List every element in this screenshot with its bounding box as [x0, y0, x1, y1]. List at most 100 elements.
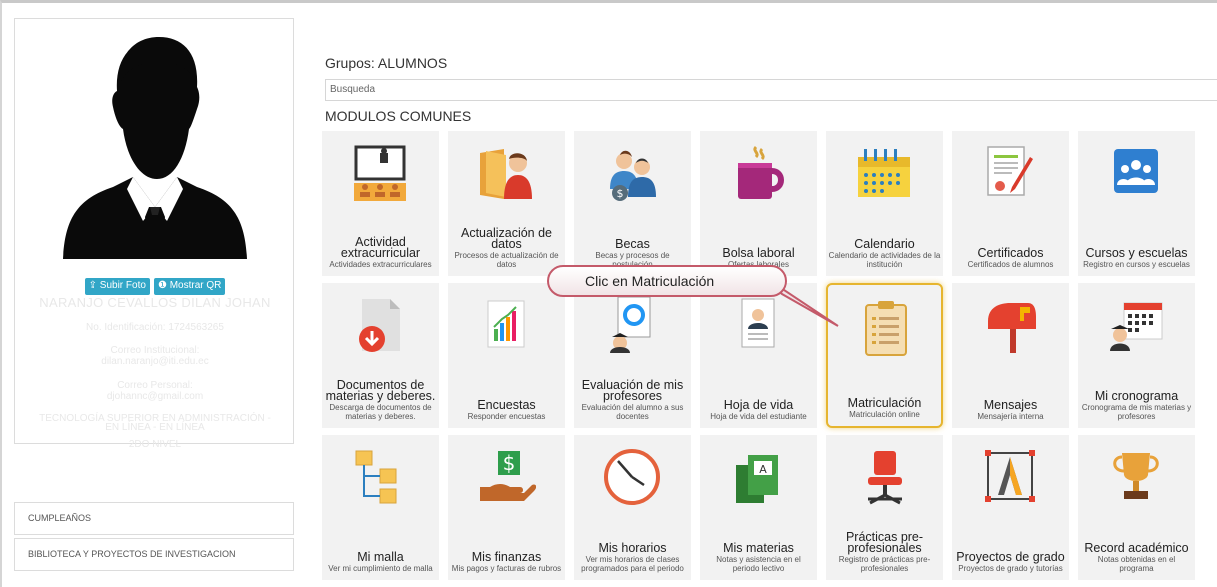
courses-icon	[1114, 149, 1158, 193]
search-input[interactable]: Busqueda	[325, 79, 1217, 101]
module-tile[interactable]: Evaluación de mis profesores Evaluación d…	[574, 283, 691, 428]
module-tile[interactable]: Calendario Calendario de actividades de l…	[826, 131, 943, 276]
module-name: Mensajes	[983, 398, 1038, 412]
student-id: No. Identificación: 1724563265	[86, 322, 224, 333]
module-name: Mi cronograma	[1094, 389, 1179, 403]
student-name: NARANJO CEVALLOS DILAN JOHAN	[39, 295, 271, 310]
module-description: Actividades extracurriculares	[329, 260, 432, 269]
module-description: Notas obtenidas en el programa	[1097, 555, 1176, 573]
show-qr-label: Mostrar QR	[169, 280, 222, 291]
trophy-icon	[1113, 453, 1159, 499]
module-text: Documentos de materias y deberes. Descarg…	[324, 356, 437, 428]
module-name: Actualización de datos	[460, 226, 553, 251]
profile-card: ⇪ Subir Foto ❶ Mostrar QR NARANJO CEVALL…	[14, 18, 294, 450]
module-text: Proyectos de grado Proyectos de grado y t…	[954, 508, 1067, 580]
module-text: Mensajes Mensajería interna	[954, 356, 1067, 428]
module-description: Descarga de documentos de materias y deb…	[329, 403, 432, 421]
module-tile[interactable]: Cursos y escuelas Registro en cursos y es…	[1078, 131, 1195, 276]
module-tile[interactable]: $BecasBecas y procesos de postulación	[574, 131, 691, 276]
module-text: Hoja de vida Hoja de vida del estudiante	[702, 356, 815, 428]
sidebar-item-library[interactable]: BIBLIOTECA Y PROYECTOS DE INVESTIGACION	[14, 538, 294, 571]
document-download-icon	[359, 299, 400, 352]
upload-photo-button[interactable]: ⇪ Subir Foto	[84, 278, 150, 295]
module-description: Certificados de alumnos	[967, 260, 1054, 269]
module-description: Mis pagos y facturas de rubros	[451, 564, 562, 573]
module-text: Prácticas pre-profesionales Registro de p…	[828, 508, 941, 580]
module-name: Proyectos de grado	[956, 550, 1065, 564]
module-description: Matriculación online	[849, 410, 920, 419]
module-text: Mis materias Notas y asistencia en el per…	[702, 508, 815, 580]
module-text: Certificados Certificados de alumnos	[954, 204, 1067, 276]
module-text: Cursos y escuelas Registro en cursos y es…	[1080, 204, 1193, 276]
module-description: Registro en cursos y escuelas	[1083, 260, 1190, 269]
module-tile[interactable]: Encuestas Responder encuestas	[448, 283, 565, 428]
module-tile[interactable]: Bolsa laboralOfertas laborales	[700, 131, 817, 276]
module-name: Record académico	[1084, 541, 1189, 555]
module-name: Certificados	[977, 246, 1044, 260]
presentation-icon	[354, 145, 406, 201]
module-name: Cursos y escuelas	[1085, 246, 1188, 260]
module-name: Mis materias	[723, 541, 794, 555]
clipboard-icon	[865, 301, 907, 356]
module-description: Calendario de actividades de la instituc…	[828, 251, 941, 269]
module-text: Actualización de datos Procesos de actual…	[450, 204, 563, 276]
module-name: Calendario	[854, 237, 915, 251]
personal-email-label: Correo Personal:	[117, 380, 193, 391]
module-description: Ver mis horarios de clases programados p…	[581, 555, 684, 573]
module-description: Hoja de vida del estudiante	[710, 412, 807, 421]
module-description: Mensajería interna	[977, 412, 1044, 421]
svg-text:$: $	[617, 187, 624, 200]
coffee-mug-icon	[738, 145, 784, 199]
module-tile[interactable]: Mensajes Mensajería interna	[952, 283, 1069, 428]
calendar-icon	[858, 149, 910, 197]
module-tile[interactable]: Mis horarios Ver mis horarios de clases p…	[574, 435, 691, 580]
module-text: Mi malla Ver mi cumplimiento de malla	[324, 508, 437, 580]
certificate-icon	[987, 146, 1033, 196]
module-text: Actividad extracurricular Actividades ext…	[324, 204, 437, 276]
module-tile[interactable]: Prácticas pre-profesionales Registro de p…	[826, 435, 943, 580]
module-name: Becas	[615, 237, 650, 251]
module-name: Evaluación de mis profesores	[581, 378, 684, 403]
level: 2DO NIVEL	[128, 439, 182, 450]
module-text: Evaluación de mis profesores Evaluación d…	[576, 356, 689, 428]
module-text: Encuestas Responder encuestas	[450, 356, 563, 428]
module-tile[interactable]: A Mis materias Notas y asistencia en el pe…	[700, 435, 817, 580]
module-name: Documentos de materias y deberes.	[325, 378, 436, 403]
module-tile[interactable]: Documentos de materias y deberes. Descarg…	[322, 283, 439, 428]
survey-chart-icon	[487, 300, 525, 348]
module-name: Mi malla	[357, 550, 404, 564]
module-description: Ver mi cumplimiento de malla	[328, 564, 433, 573]
module-tile[interactable]: Actualización de datos Procesos de actual…	[448, 131, 565, 276]
module-description: Evaluación del alumno a sus docentes	[581, 403, 684, 421]
module-text: Mis horarios Ver mis horarios de clases p…	[576, 508, 689, 580]
office-chair-icon	[868, 451, 902, 505]
module-name: Actividad extracurricular	[340, 235, 421, 260]
show-qr-button[interactable]: ❶ Mostrar QR	[153, 278, 226, 295]
module-tile[interactable]: Proyectos de grado Proyectos de grado y t…	[952, 435, 1069, 580]
callout-hint: Clic en Matriculación	[547, 265, 787, 297]
module-tile[interactable]: Certificados Certificados de alumnos	[952, 131, 1069, 276]
section-title: MODULOS COMUNES	[325, 108, 472, 124]
module-tile[interactable]: Actividad extracurricular Actividades ext…	[322, 131, 439, 276]
career-line-2: EN LÍNEA - EN LÍNEA	[105, 422, 205, 433]
schedule-icon	[1110, 302, 1163, 351]
scholarship-icon: $	[610, 150, 656, 201]
module-name: Matriculación	[847, 396, 922, 410]
books-icon: A	[736, 455, 778, 503]
sidebar-item-birthdays[interactable]: CUMPLEAÑOS	[14, 502, 294, 535]
module-description: Procesos de actualización de datos	[454, 251, 559, 269]
module-tile[interactable]: Mi malla Ver mi cumplimiento de malla	[322, 435, 439, 580]
money-hand-icon: $	[480, 451, 536, 501]
module-text: Mis finanzas Mis pagos y facturas de rubr…	[450, 508, 563, 580]
module-tile[interactable]: Mi cronograma Cronograma de mis materias …	[1078, 283, 1195, 428]
flowchart-icon	[355, 450, 397, 504]
avatar-icon	[63, 37, 247, 259]
module-text: Matriculación Matriculación online	[830, 354, 939, 426]
module-name: Mis finanzas	[471, 550, 542, 564]
svg-text:A: A	[759, 463, 767, 476]
module-tile[interactable]: $ Mis finanzas Mis pagos y facturas de rub…	[448, 435, 565, 580]
clock-icon	[604, 449, 660, 505]
module-name: Hoja de vida	[723, 398, 794, 412]
upload-photo-label: Subir Foto	[99, 280, 146, 291]
module-tile[interactable]: Record académico Notas obtenidas en el pr…	[1078, 435, 1195, 580]
